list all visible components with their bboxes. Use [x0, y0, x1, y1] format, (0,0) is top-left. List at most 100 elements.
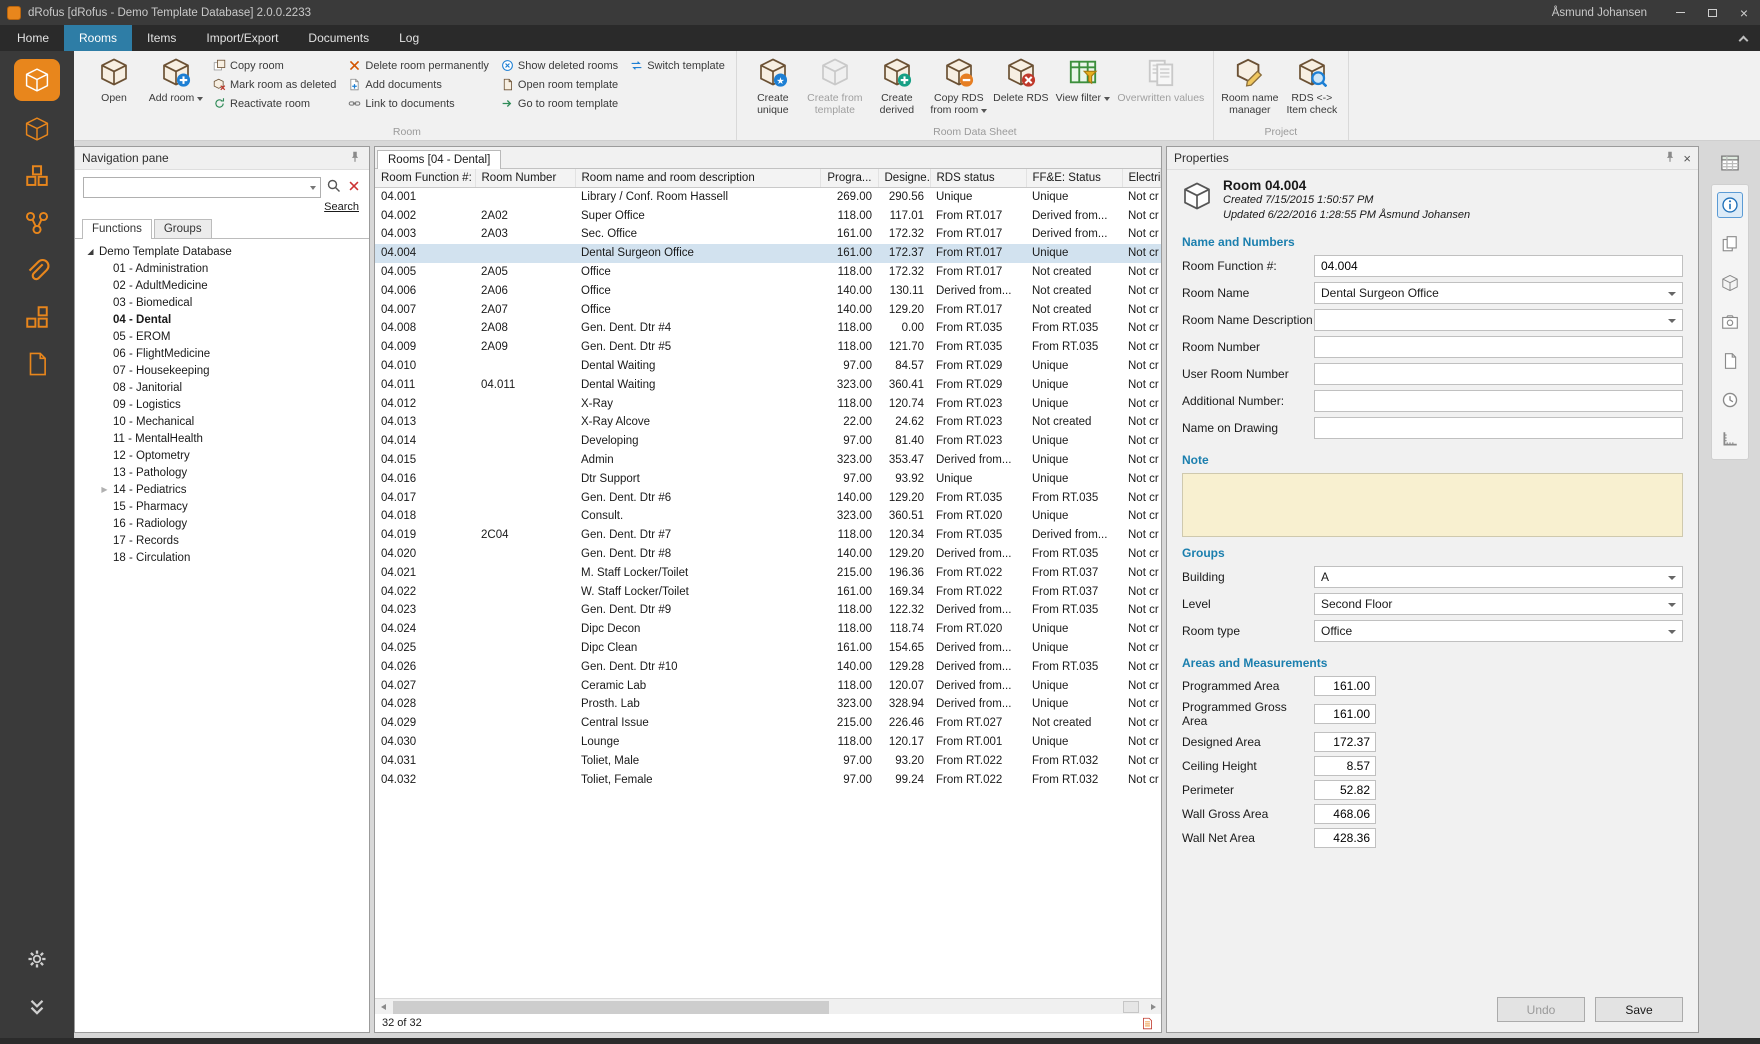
create-unique-button[interactable]: ★Create unique	[742, 53, 804, 125]
tree-item-02-adultmedicine[interactable]: 02 - AdultMedicine	[77, 277, 367, 294]
table-row[interactable]: 04.022W. Staff Locker/Toilet161.00169.34…	[375, 582, 1161, 601]
scroll-left-icon[interactable]	[375, 1004, 391, 1010]
tree-item-12-optometry[interactable]: 12 - Optometry	[77, 447, 367, 464]
collapse-ribbon-icon[interactable]	[1726, 25, 1760, 51]
table-row[interactable]: 04.032Toliet, Female97.0099.24From RT.02…	[375, 770, 1161, 789]
table-row[interactable]: 04.001Library / Conf. Room Hassell269.00…	[375, 188, 1161, 207]
room-function-field[interactable]	[1314, 255, 1683, 277]
tree-item-03-biomedical[interactable]: 03 - Biomedical	[77, 294, 367, 311]
designed-area-field[interactable]	[1314, 732, 1376, 752]
level-field[interactable]: Second Floor	[1314, 593, 1683, 615]
table-row[interactable]: 04.025Dipc Clean161.00154.65Derived from…	[375, 639, 1161, 658]
scrollbar-thumb[interactable]	[393, 1001, 829, 1014]
search-icon[interactable]	[326, 178, 342, 197]
tree-item-08-janitorial[interactable]: 08 - Janitorial	[77, 379, 367, 396]
data-sheet-grid-icon[interactable]	[1717, 150, 1743, 176]
name-on-drawing-field[interactable]	[1314, 417, 1683, 439]
table-row[interactable]: 04.015Admin323.00353.47Derived from...Un…	[375, 451, 1161, 470]
tree-item-06-flightmedicine[interactable]: 06 - FlightMedicine	[77, 345, 367, 362]
table-row[interactable]: 04.021M. Staff Locker/Toilet215.00196.36…	[375, 563, 1161, 582]
history-clock-icon[interactable]	[1717, 387, 1743, 413]
photo-icon[interactable]	[1717, 309, 1743, 335]
table-row[interactable]: 04.018Consult.323.00360.51From RT.020Uni…	[375, 507, 1161, 526]
report-page-icon[interactable]	[1141, 1017, 1154, 1030]
search-input[interactable]	[83, 177, 321, 198]
programmed-area-field[interactable]	[1314, 676, 1376, 696]
add-room-button[interactable]: Add room	[145, 53, 207, 125]
scroll-splitter[interactable]	[1123, 1001, 1139, 1013]
user-room-number-field[interactable]	[1314, 363, 1683, 385]
delete-room-permanently-button[interactable]: Delete room permanently	[343, 56, 494, 75]
tree-item-10-mechanical[interactable]: 10 - Mechanical	[77, 413, 367, 430]
column-header-electri[interactable]: Electri...	[1122, 169, 1161, 188]
tree-item-01-administration[interactable]: 01 - Administration	[77, 260, 367, 277]
table-row[interactable]: 04.0062A06Office140.00130.11Derived from…	[375, 281, 1161, 300]
search-link[interactable]: Search	[85, 201, 359, 213]
table-row[interactable]: 04.028Prosth. Lab323.00328.94Derived fro…	[375, 695, 1161, 714]
copy-rds-from-room-button[interactable]: Copy RDS from room	[928, 53, 990, 125]
table-row[interactable]: 04.010Dental Waiting97.0084.57From RT.02…	[375, 357, 1161, 376]
table-row[interactable]: 04.012X-Ray118.00120.74From RT.023Unique…	[375, 394, 1161, 413]
table-row[interactable]: 04.0082A08Gen. Dent. Dtr #4118.000.00Fro…	[375, 319, 1161, 338]
table-row[interactable]: 04.031Toliet, Male97.0093.20From RT.022F…	[375, 751, 1161, 770]
room-small-icon[interactable]	[1717, 270, 1743, 296]
wall-net-area-field[interactable]	[1314, 828, 1376, 848]
menu-tab-rooms[interactable]: Rooms	[64, 25, 132, 51]
menu-tab-items[interactable]: Items	[132, 25, 191, 51]
tree-item-14-pediatrics[interactable]: ▶14 - Pediatrics	[77, 481, 367, 498]
collapse-chevrons-icon[interactable]	[14, 988, 60, 1026]
rooms-module-icon[interactable]	[14, 59, 60, 101]
table-row[interactable]: 04.004Dental Surgeon Office161.00172.37F…	[375, 244, 1161, 263]
rds-item-check-button[interactable]: RDS <-> Item check	[1281, 53, 1343, 125]
room-name-description-field[interactable]	[1314, 309, 1683, 331]
close-pane-icon[interactable]: ×	[1683, 151, 1691, 166]
files-icon[interactable]	[1717, 348, 1743, 374]
items-module-icon[interactable]	[14, 157, 60, 195]
rooms-document-tab[interactable]: Rooms [04 - Dental]	[377, 150, 501, 169]
create-derived-button[interactable]: Create derived	[866, 53, 928, 125]
tree-item-13-pathology[interactable]: 13 - Pathology	[77, 464, 367, 481]
table-row[interactable]: 04.0022A02Super Office118.00117.01From R…	[375, 206, 1161, 225]
table-row[interactable]: 04.016Dtr Support97.0093.92UniqueUniqueN…	[375, 469, 1161, 488]
column-header-room-function[interactable]: Room Function #:	[375, 169, 475, 188]
show-deleted-rooms-button[interactable]: Show deleted rooms	[496, 56, 623, 75]
note-field[interactable]	[1182, 473, 1683, 537]
tree-item-15-pharmacy[interactable]: 15 - Pharmacy	[77, 498, 367, 515]
menu-tab-documents[interactable]: Documents	[293, 25, 384, 51]
menu-tab-log[interactable]: Log	[384, 25, 434, 51]
building-field[interactable]: A	[1314, 566, 1683, 588]
table-row[interactable]: 04.014Developing97.0081.40From RT.023Uni…	[375, 432, 1161, 451]
chevron-down-icon[interactable]	[310, 186, 316, 190]
tab-functions[interactable]: Functions	[82, 219, 152, 239]
table-row[interactable]: 04.023Gen. Dent. Dtr #9118.00122.32Deriv…	[375, 601, 1161, 620]
maximize-button[interactable]	[1696, 0, 1728, 25]
tree-item-demo-template-database[interactable]: ◢Demo Template Database	[77, 243, 367, 260]
measure-ruler-icon[interactable]	[1717, 426, 1743, 452]
tree-item-16-radiology[interactable]: 16 - Radiology	[77, 515, 367, 532]
pin-icon[interactable]	[1663, 150, 1677, 167]
column-header-room-number[interactable]: Room Number	[475, 169, 575, 188]
copy-room-button[interactable]: Copy room	[208, 56, 341, 75]
table-row[interactable]: 04.0092A09Gen. Dent. Dtr #5118.00121.70F…	[375, 338, 1161, 357]
open-button[interactable]: Open	[83, 53, 145, 125]
minimize-button[interactable]	[1664, 0, 1696, 25]
wall-gross-area-field[interactable]	[1314, 804, 1376, 824]
column-header-rds-status[interactable]: RDS status	[930, 169, 1026, 188]
table-row[interactable]: 04.0192C04Gen. Dent. Dtr #7118.00120.34F…	[375, 526, 1161, 545]
perimeter-field[interactable]	[1314, 780, 1376, 800]
ceiling-height-field[interactable]	[1314, 756, 1376, 776]
documents-module-icon[interactable]	[14, 345, 60, 383]
room-name-field[interactable]: Dental Surgeon Office	[1314, 282, 1683, 304]
link-to-documents-button[interactable]: Link to documents	[343, 94, 494, 113]
table-row[interactable]: 04.024Dipc Decon118.00118.74From RT.020U…	[375, 620, 1161, 639]
open-room-template-button[interactable]: Open room template	[496, 75, 623, 94]
room-cube-icon[interactable]	[14, 110, 60, 148]
expander-collapsed-icon[interactable]: ▶	[99, 485, 110, 494]
buildings-module-icon[interactable]	[14, 298, 60, 336]
delete-rds-button[interactable]: Delete RDS	[990, 53, 1052, 125]
reactivate-room-button[interactable]: Reactivate room	[208, 94, 341, 113]
programmed-gross-area-field[interactable]	[1314, 704, 1376, 724]
column-header-progra[interactable]: Progra...	[820, 169, 878, 188]
column-header-designe[interactable]: Designe...	[878, 169, 930, 188]
room-number-field[interactable]	[1314, 336, 1683, 358]
